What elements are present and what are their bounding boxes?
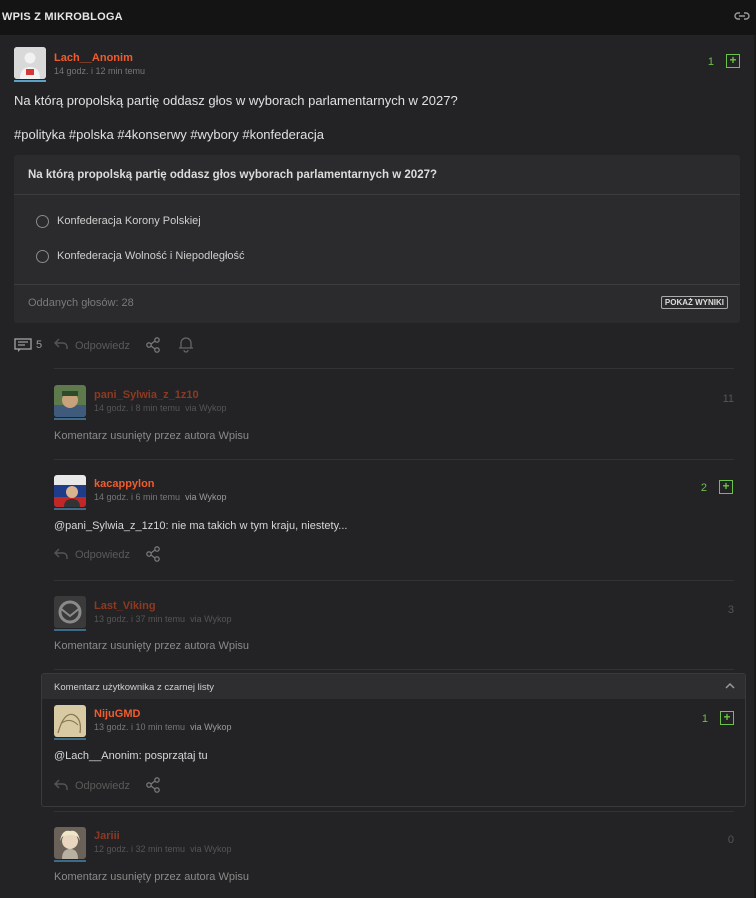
chevron-up-icon[interactable] — [725, 681, 735, 691]
post-time: 14 godz. i 12 min temu — [54, 66, 146, 76]
radio-button[interactable] — [36, 250, 49, 263]
comment-upvote-button[interactable]: + — [720, 711, 734, 725]
poll-option-label: Konfederacja Wolność i Niepodległość — [57, 250, 245, 262]
share-icon[interactable] — [145, 546, 161, 562]
user-avatar-image — [54, 475, 86, 507]
bell-icon[interactable] — [178, 336, 194, 353]
post-vote-count: 1 — [707, 56, 714, 68]
comment-upvote-button[interactable]: + — [719, 480, 733, 494]
avatar[interactable] — [54, 705, 86, 737]
avatar-underline — [54, 418, 86, 420]
share-icon[interactable] — [145, 337, 161, 353]
avatar[interactable] — [54, 475, 86, 507]
radio-button[interactable] — [36, 215, 49, 228]
avatar[interactable] — [14, 47, 46, 79]
default-avatar-icon — [14, 47, 46, 79]
comment-author[interactable]: Jariii — [94, 830, 120, 842]
comment-vote-count: 11 — [722, 393, 734, 405]
comment-time: 13 godz. i 37 min temu via Wykop — [94, 614, 232, 624]
reply-button[interactable]: Odpowiedz — [75, 549, 130, 561]
comment-vote-count: 0 — [727, 834, 734, 846]
user-avatar-image — [54, 827, 86, 859]
avatar-underline — [54, 860, 86, 862]
comment-time: 13 godz. i 10 min temu via Wykop — [94, 722, 232, 732]
blacklist-label: Komentarz użytkownika z czarnej listy — [54, 682, 214, 693]
avatar[interactable] — [54, 385, 86, 417]
comment-time: 14 godz. i 6 min temu via Wykop — [94, 492, 227, 502]
user-avatar-image — [54, 385, 86, 417]
avatar-underline — [54, 508, 86, 510]
comment-body: @Lach__Anonim: posprzątaj tu — [54, 750, 208, 762]
poll-divider — [14, 194, 740, 195]
poll-option-label: Konfederacja Korony Polskiej — [57, 215, 201, 227]
comment-divider — [54, 368, 734, 369]
comment-divider — [54, 580, 734, 581]
page-title: WPIS Z MIKROBLOGA — [2, 11, 123, 23]
comment-vote-count: 1 — [701, 713, 708, 725]
comments-icon[interactable] — [14, 338, 32, 352]
comment-count: 5 — [36, 339, 43, 351]
comment-deleted-text: Komentarz usunięty przez autora Wpisu — [54, 430, 250, 442]
avatar[interactable] — [54, 827, 86, 859]
comment-deleted-text: Komentarz usunięty przez autora Wpisu — [54, 640, 250, 652]
reply-icon[interactable] — [54, 338, 68, 350]
avatar-underline — [54, 738, 86, 740]
avatar-underline — [14, 80, 46, 82]
show-results-button[interactable]: POKAŻ WYNIKI — [660, 296, 728, 309]
poll: Na którą propolską partię oddasz głos wy… — [14, 155, 740, 323]
blacklist-header[interactable]: Komentarz użytkownika z czarnej listy — [42, 674, 745, 699]
post-upvote-button[interactable]: + — [726, 54, 740, 68]
comment-body: @pani_Sylwia_z_1z10: nie ma takich w tym… — [54, 520, 348, 532]
comment-author[interactable]: NijuGMD — [94, 708, 140, 720]
link-icon[interactable] — [734, 10, 750, 22]
avatar-underline — [54, 629, 86, 631]
mention-link[interactable]: @pani_Sylwia_z_1z10 — [54, 520, 165, 532]
comment-divider — [54, 811, 734, 812]
post-body: Na którą propolską partię oddasz głos w … — [14, 93, 458, 108]
poll-vote-count: Oddanych głosów: 28 — [28, 297, 134, 309]
comment-time: 14 godz. i 8 min temu via Wykop — [94, 403, 227, 413]
comment-author[interactable]: pani_Sylwia_z_1z10 — [94, 389, 199, 401]
blacklisted-comment-block: Komentarz użytkownika z czarnej listy Ni… — [41, 673, 746, 807]
comment-time: 12 godz. i 32 min temu via Wykop — [94, 844, 232, 854]
page-header: WPIS Z MIKROBLOGA — [0, 0, 756, 35]
post-tags[interactable]: #polityka #polska #4konserwy #wybory #ko… — [14, 127, 324, 142]
reply-icon[interactable] — [54, 779, 68, 791]
post-author[interactable]: Lach__Anonim — [54, 52, 133, 64]
poll-divider — [14, 284, 740, 285]
share-icon[interactable] — [145, 777, 161, 793]
comment-divider — [54, 459, 734, 460]
comment-vote-count: 3 — [727, 604, 734, 616]
comment-vote-count: 2 — [700, 482, 707, 494]
reply-button[interactable]: Odpowiedz — [75, 340, 130, 352]
mention-link[interactable]: @Lach__Anonim — [54, 750, 139, 762]
comment-divider — [54, 669, 734, 670]
user-avatar-image — [54, 705, 86, 737]
avatar[interactable] — [54, 596, 86, 628]
reply-icon[interactable] — [54, 548, 68, 560]
reply-button[interactable]: Odpowiedz — [75, 780, 130, 792]
comment-deleted-text: Komentarz usunięty przez autora Wpisu — [54, 871, 250, 883]
comment-author[interactable]: Last_Viking — [94, 600, 156, 612]
poll-question: Na którą propolską partię oddasz głos wy… — [28, 169, 438, 181]
user-avatar-image — [54, 596, 86, 628]
comment-author[interactable]: kacappylon — [94, 478, 155, 490]
